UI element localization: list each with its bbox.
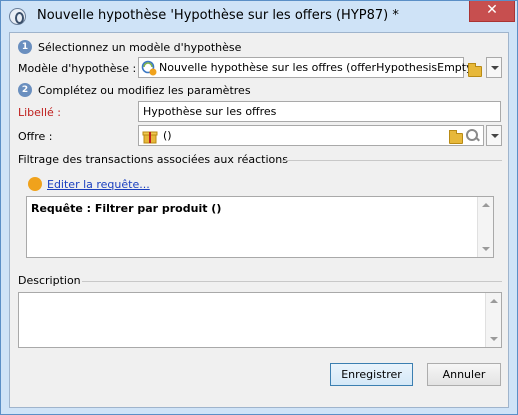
- offre-field[interactable]: (): [138, 125, 484, 146]
- description-scrollbar[interactable]: [485, 293, 501, 347]
- step-1-header: 1 Sélectionnez un modèle d'hypothèse: [18, 40, 241, 54]
- filter-section-divider: [282, 160, 502, 161]
- description-divider: [82, 281, 502, 282]
- offre-value: (): [163, 129, 172, 142]
- title-bar[interactable]: Nouvelle hypothèse 'Hypothèse sur les of…: [1, 1, 517, 32]
- model-value: Nouvelle hypothèse sur les offres (offer…: [159, 61, 477, 74]
- edit-query-link[interactable]: Editer la requête...: [47, 178, 150, 191]
- desc-scroll-down-arrow-icon[interactable]: [490, 337, 498, 341]
- save-button[interactable]: Enregistrer: [330, 363, 413, 386]
- cancel-button[interactable]: Annuler: [427, 363, 501, 386]
- libelle-label: Libellé :: [18, 106, 62, 119]
- libelle-value: Hypothèse sur les offres: [143, 105, 277, 118]
- step-1-label: Sélectionnez un modèle d'hypothèse: [38, 40, 242, 54]
- description-section-title: Description: [18, 274, 81, 287]
- model-dropdown-button[interactable]: [486, 57, 502, 78]
- app-icon: [9, 8, 26, 25]
- hypothesis-model-icon: [141, 60, 157, 76]
- step-2-badge: 2: [18, 83, 32, 97]
- offre-folder-icon[interactable]: [449, 130, 463, 144]
- scroll-down-arrow-icon[interactable]: [482, 247, 490, 251]
- close-button[interactable]: ✕: [469, 1, 515, 22]
- scroll-up-arrow-icon[interactable]: [482, 203, 490, 207]
- model-field[interactable]: Nouvelle hypothèse sur les offres (offer…: [138, 57, 477, 78]
- offre-search-icon[interactable]: [466, 129, 480, 143]
- offer-gift-icon: [142, 131, 158, 144]
- dialog-window: Nouvelle hypothèse 'Hypothèse sur les of…: [0, 0, 518, 415]
- query-scrollbar[interactable]: [477, 197, 493, 257]
- offre-label: Offre :: [18, 130, 53, 143]
- step-1-badge: 1: [18, 40, 32, 54]
- libelle-input[interactable]: Hypothèse sur les offres: [138, 101, 501, 122]
- filter-section-title: Filtrage des transactions associées aux …: [18, 153, 288, 166]
- query-summary-text: Requête : Filtrer par produit (): [31, 202, 222, 215]
- step-2-label: Complétez ou modifiez les paramètres: [38, 83, 251, 97]
- model-folder-icon[interactable]: [468, 63, 482, 77]
- offre-dropdown-button[interactable]: [486, 125, 502, 146]
- model-label: Modèle d'hypothèse :: [18, 62, 137, 75]
- window-title: Nouvelle hypothèse 'Hypothèse sur les of…: [37, 8, 399, 23]
- query-summary-box[interactable]: Requête : Filtrer par produit (): [26, 196, 494, 258]
- dialog-body: 1 Sélectionnez un modèle d'hypothèse Mod…: [9, 32, 509, 408]
- desc-scroll-up-arrow-icon[interactable]: [490, 299, 498, 303]
- step-2-header: 2 Complétez ou modifiez les paramètres: [18, 83, 251, 97]
- edit-query-icon[interactable]: [28, 177, 42, 191]
- description-textarea[interactable]: [18, 292, 502, 348]
